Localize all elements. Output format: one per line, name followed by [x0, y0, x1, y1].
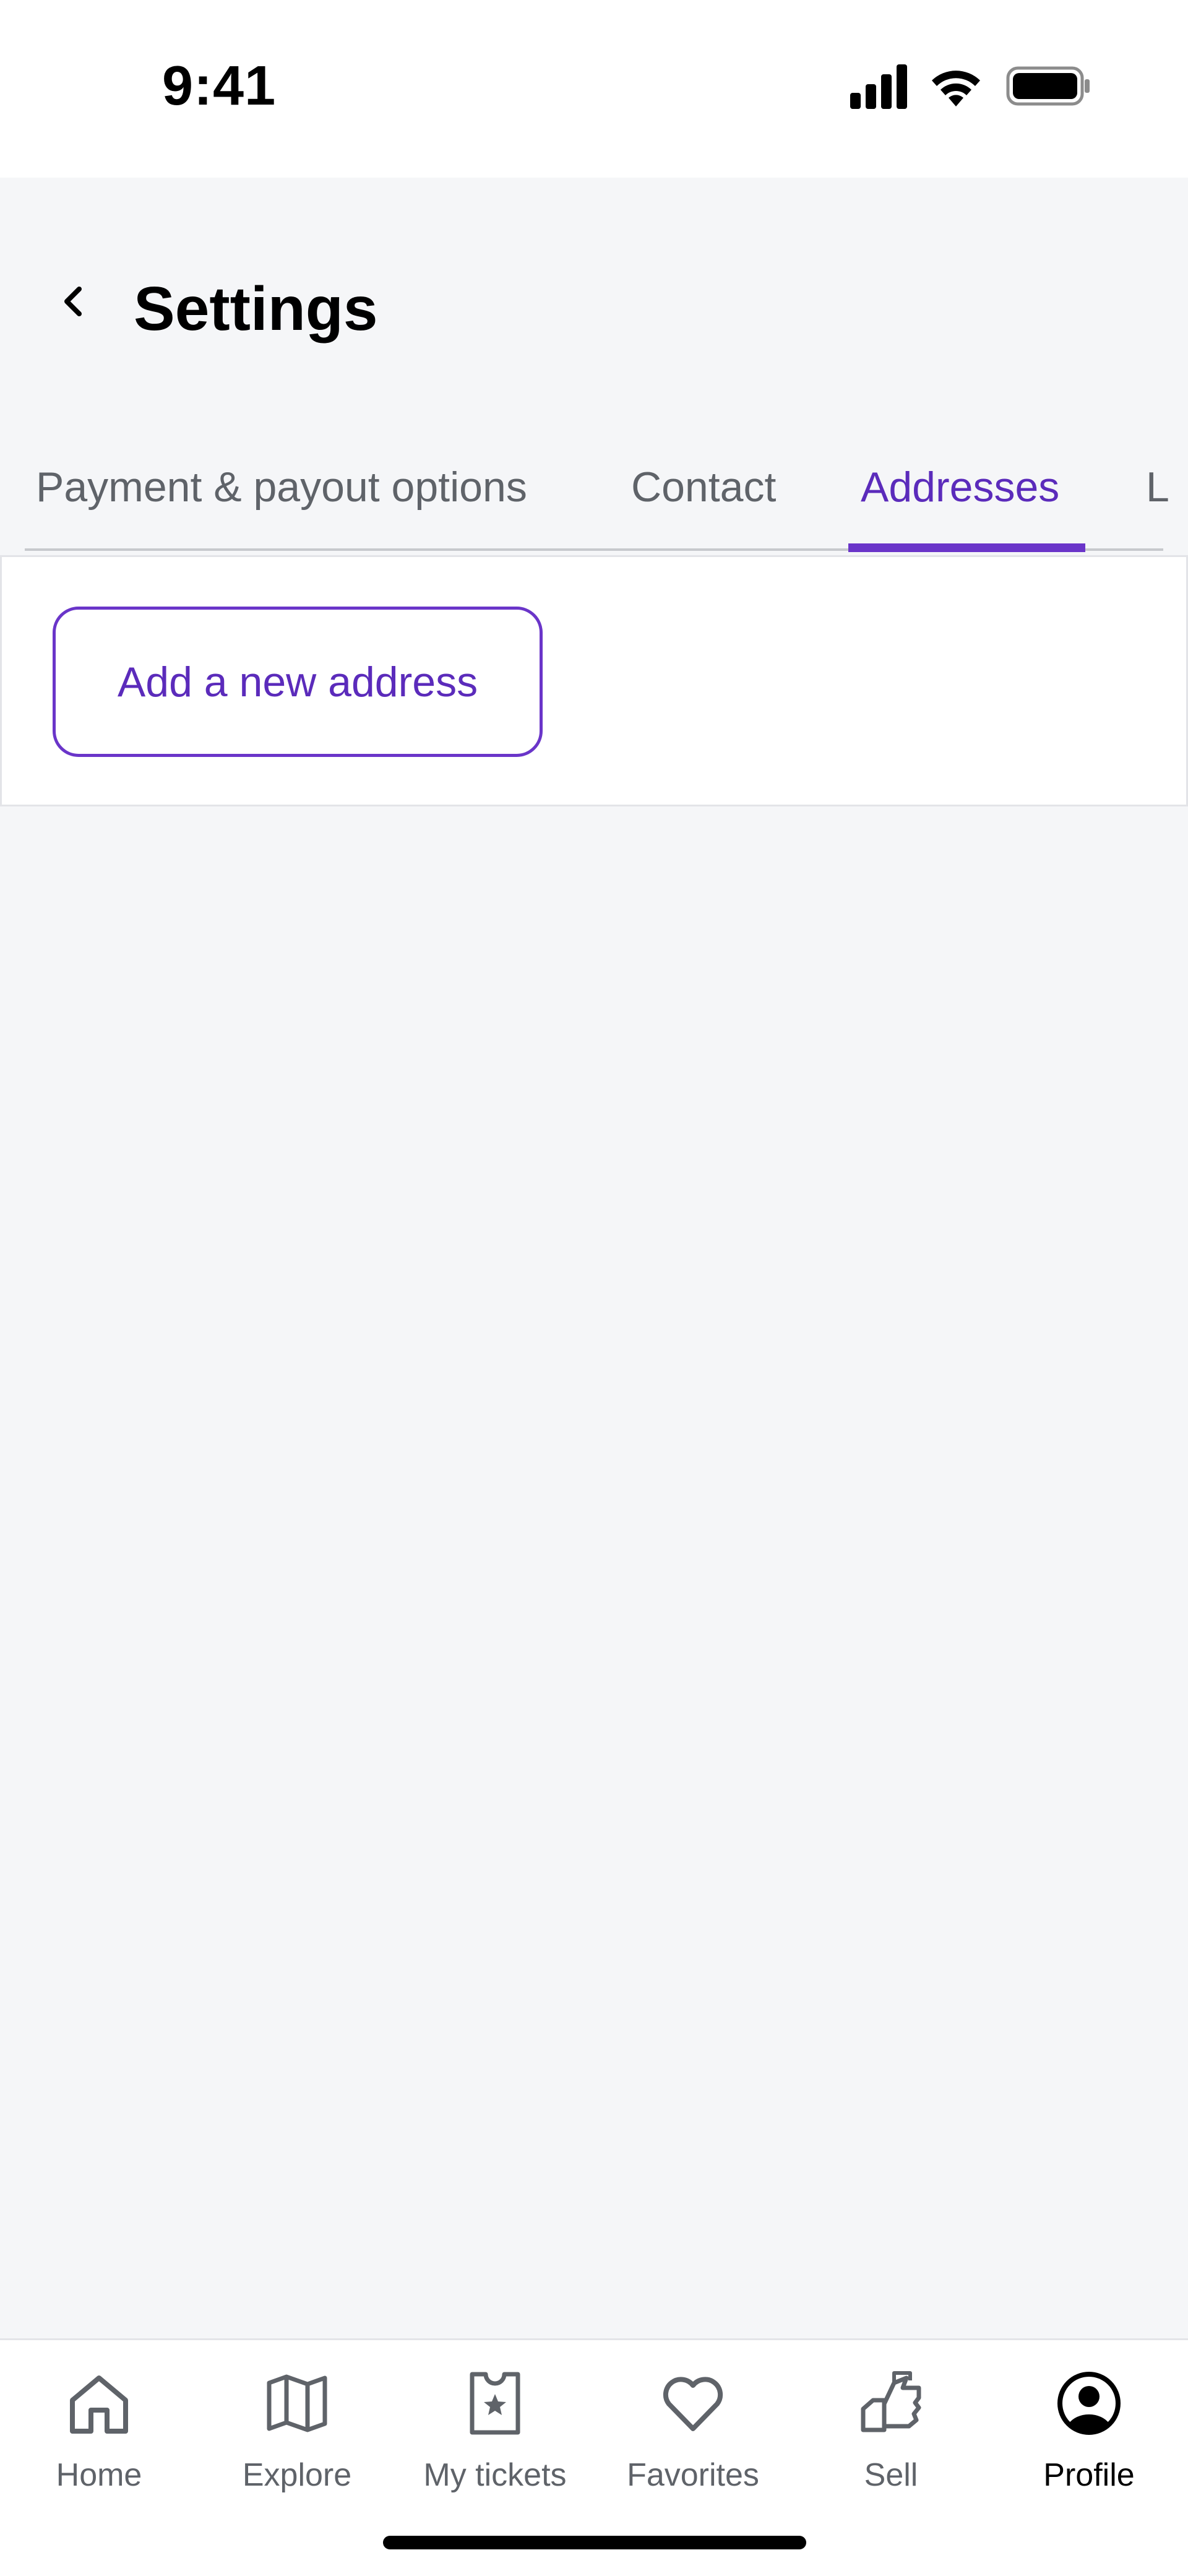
nav-favorites[interactable]: Favorites [594, 2359, 792, 2520]
nav-profile-label: Profile [1043, 2457, 1135, 2493]
page-title: Settings [134, 274, 378, 344]
nav-my-tickets-label: My tickets [423, 2457, 567, 2493]
back-button[interactable] [43, 270, 105, 332]
nav-favorites-label: Favorites [627, 2457, 759, 2493]
map-icon [267, 2374, 327, 2432]
settings-tabs: Payment & payout options Contact Address… [0, 446, 1188, 552]
nav-home[interactable]: Home [0, 2359, 198, 2520]
tab-partial[interactable]: L [1146, 463, 1169, 511]
tab-payment-payout[interactable]: Payment & payout options [36, 463, 527, 511]
tab-addresses[interactable]: Addresses [861, 463, 1059, 511]
heart-icon [663, 2377, 723, 2431]
status-time: 9:41 [162, 55, 277, 117]
status-bar: 9:41 [0, 0, 1188, 178]
nav-explore-label: Explore [242, 2457, 352, 2493]
settings-screen: 9:41 Settings Payment & payout options C… [0, 0, 1188, 2576]
nav-home-label: Home [56, 2457, 142, 2493]
home-icon [70, 2375, 128, 2434]
cellular-signal-icon [850, 64, 907, 109]
active-tab-indicator [848, 543, 1085, 552]
sell-hand-icon [861, 2371, 921, 2432]
nav-sell[interactable]: Sell [792, 2359, 990, 2520]
ticket-icon [470, 2372, 520, 2435]
battery-icon [1006, 66, 1090, 106]
chevron-left-icon [64, 287, 82, 316]
add-address-button[interactable]: Add a new address [53, 607, 543, 757]
tab-contact[interactable]: Contact [631, 463, 776, 511]
nav-my-tickets[interactable]: My tickets [396, 2359, 594, 2520]
nav-sell-label: Sell [864, 2457, 918, 2493]
profile-icon [1057, 2372, 1121, 2435]
home-indicator [383, 2536, 806, 2549]
header: Settings [0, 178, 1188, 363]
nav-profile[interactable]: Profile [990, 2359, 1188, 2520]
wifi-icon [932, 71, 980, 106]
addresses-panel: Add a new address [0, 555, 1188, 806]
nav-explore[interactable]: Explore [198, 2359, 396, 2520]
